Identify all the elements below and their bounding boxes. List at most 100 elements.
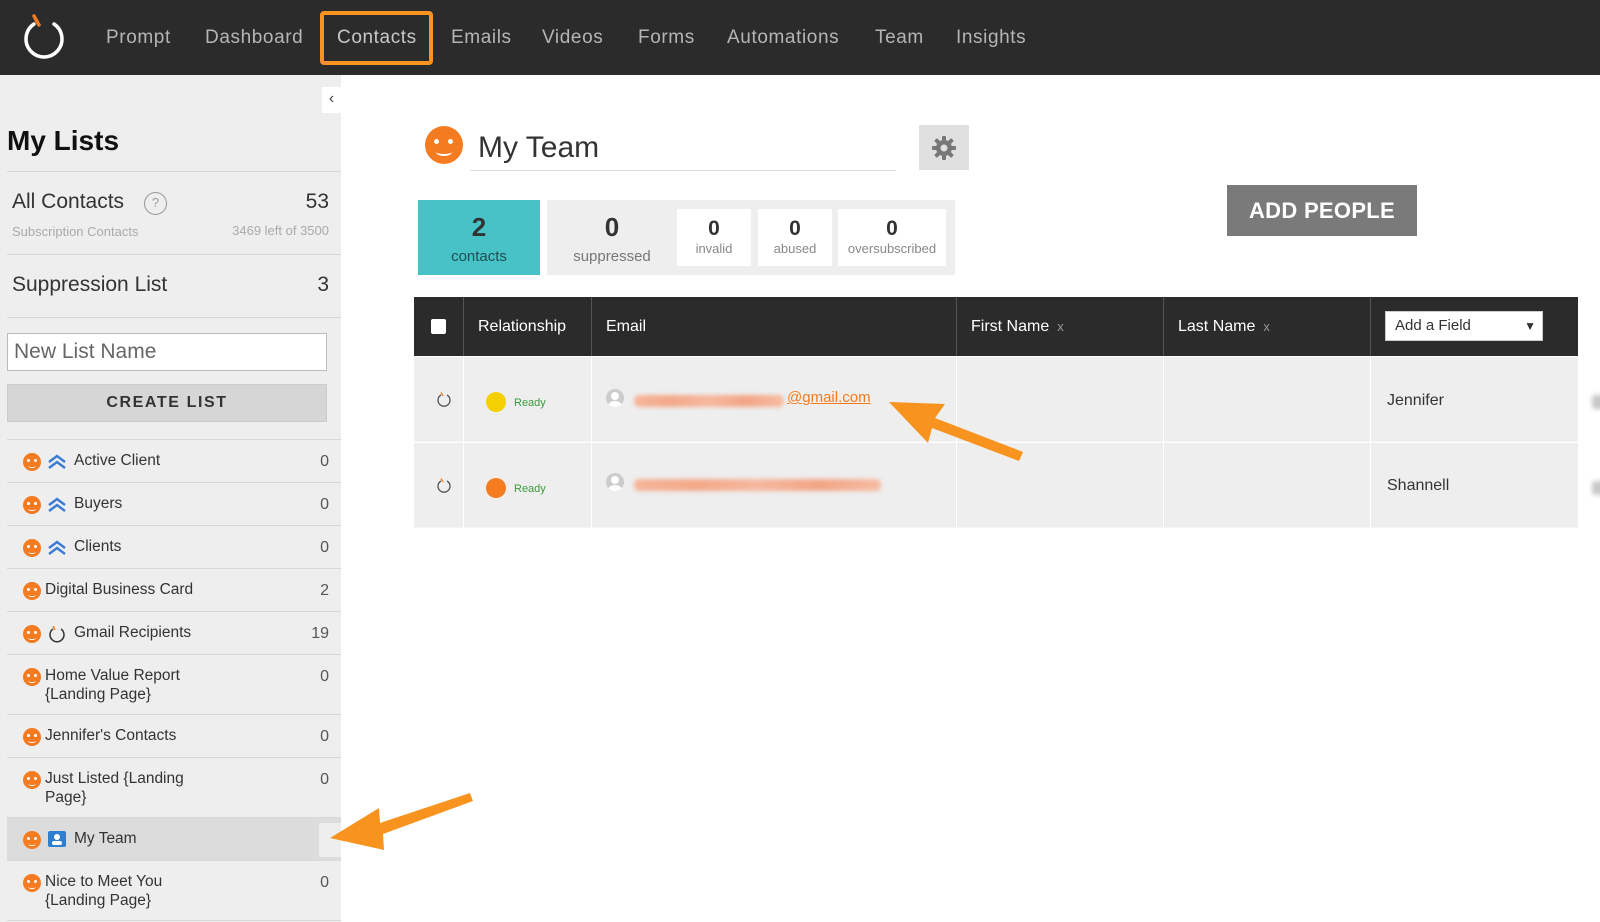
list-emoji-icon (23, 582, 41, 600)
list-item-home-value-report[interactable]: Home Value Report {Landing Page} 0 (7, 655, 341, 715)
stat-value: 0 (789, 217, 801, 240)
refresh-icon[interactable] (436, 478, 452, 494)
stat-contacts[interactable]: 2 contacts (418, 200, 540, 275)
list-item-active-client[interactable]: Active Client 0 (7, 440, 341, 483)
chevrons-up-icon (48, 497, 66, 512)
app-logo-icon[interactable] (20, 12, 68, 62)
stat-value: 0 (708, 217, 720, 240)
subscription-remaining: 3469 left of 3500 (232, 223, 329, 238)
add-people-button[interactable]: ADD PEOPLE (1227, 185, 1417, 236)
help-icon[interactable]: ? (144, 192, 167, 215)
suppression-count: 3 (317, 273, 329, 296)
header-first-name[interactable]: First Name x (957, 297, 1164, 356)
stat-suppressed[interactable]: 0 suppressed (547, 200, 677, 275)
chevrons-up-icon (48, 454, 66, 469)
list-emoji-icon (425, 126, 463, 164)
sidebar-heading: My Lists (7, 125, 120, 156)
refresh-icon[interactable] (436, 392, 452, 408)
collapse-sidebar-button[interactable]: ‹ (322, 87, 341, 113)
first-name-cell (957, 357, 1164, 442)
list-emoji-icon (23, 453, 41, 471)
nav-emails[interactable]: Emails (451, 27, 512, 49)
divider (7, 317, 341, 318)
add-field-select[interactable]: Add a Field ▼ (1385, 311, 1543, 341)
list-count: 0 (320, 874, 329, 891)
stat-value: 0 (886, 217, 898, 240)
nav-forms[interactable]: Forms (638, 27, 695, 49)
list-emoji-icon (23, 831, 41, 849)
list-count: 0 (320, 728, 329, 745)
table-row[interactable]: Ready @gmail.com Jennifer (414, 357, 1600, 442)
gear-icon (932, 136, 956, 160)
stat-oversubscribed[interactable]: 0 oversubscribed (838, 209, 946, 266)
list-options-handle[interactable] (319, 823, 341, 857)
status-label: Ready (514, 483, 546, 495)
stat-invalid[interactable]: 0 invalid (677, 209, 751, 266)
list-label: Digital Business Card (45, 581, 194, 598)
remove-column-icon[interactable]: x (1057, 319, 1064, 334)
list-settings-button[interactable] (919, 125, 969, 170)
header-email[interactable]: Email (592, 297, 957, 356)
add-field-label: Add a Field (1395, 317, 1471, 334)
last-name-redacted (1592, 395, 1600, 409)
stat-abused[interactable]: 0 abused (758, 209, 832, 266)
email-link[interactable]: @gmail.com (787, 389, 871, 406)
new-list-name-input[interactable] (7, 333, 327, 371)
list-item-buyers[interactable]: Buyers 0 (7, 483, 341, 526)
top-nav: Prompt Dashboard Contacts Emails Videos … (0, 0, 1600, 75)
select-all-checkbox[interactable] (431, 319, 446, 334)
nav-dashboard[interactable]: Dashboard (205, 27, 303, 49)
header-label: Email (606, 318, 647, 335)
list-emoji-icon (23, 771, 41, 789)
list-item-jennifers-contacts[interactable]: Jennifer's Contacts 0 (7, 715, 341, 758)
subscription-label: Subscription Contacts (12, 224, 139, 239)
nav-videos[interactable]: Videos (542, 27, 603, 49)
stat-label: contacts (451, 248, 507, 265)
list-count: 0 (320, 539, 329, 556)
list-item-nice-to-meet-you[interactable]: Nice to Meet You {Landing Page} 0 (7, 861, 341, 921)
avatar-icon (606, 473, 624, 491)
page-title[interactable]: My Team (470, 131, 896, 171)
list-emoji-icon (23, 874, 41, 892)
last-name-cell (1164, 443, 1371, 528)
list-label: Buyers (74, 495, 123, 512)
last-name-redacted (1592, 481, 1600, 495)
nav-insights[interactable]: Insights (956, 27, 1026, 49)
nav-automations[interactable]: Automations (727, 27, 839, 49)
list-item-digital-business-card[interactable]: Digital Business Card 2 (7, 569, 341, 612)
header-label: Last Name (1178, 318, 1256, 335)
first-name: Shannell (1387, 477, 1450, 494)
sidebar: ‹ My Lists All Contacts ? 53 Subscriptio… (0, 75, 341, 922)
nav-team[interactable]: Team (875, 27, 924, 49)
header-last-name[interactable]: Last Name x (1164, 297, 1371, 356)
list-item-just-listed[interactable]: Just Listed {Landing Page} 0 (7, 758, 341, 818)
all-contacts-link[interactable]: All Contacts (12, 190, 124, 214)
team-icon (48, 831, 66, 847)
list-item-my-team[interactable]: My Team (7, 818, 341, 861)
chevrons-up-icon (48, 540, 66, 555)
list-label: Nice to Meet You {Landing Page} (45, 873, 163, 909)
chevron-down-icon: ▼ (1524, 319, 1536, 333)
remove-column-icon[interactable]: x (1263, 319, 1270, 334)
list-count: 0 (320, 771, 329, 788)
list-emoji-icon (23, 625, 41, 643)
stat-value: 2 (471, 212, 487, 242)
nav-highlight-box (320, 11, 433, 65)
row-action-cell (414, 357, 464, 442)
list-label: Jennifer's Contacts (45, 727, 177, 744)
list-count: 0 (320, 496, 329, 513)
list-item-gmail-recipients[interactable]: Gmail Recipients 19 (7, 612, 341, 655)
table-row[interactable]: Ready Shannell (414, 443, 1600, 528)
email-redacted (634, 479, 881, 491)
select-all-cell (414, 297, 464, 356)
nav-prompt[interactable]: Prompt (106, 27, 171, 49)
header-relationship[interactable]: Relationship (464, 297, 592, 356)
stat-label: suppressed (573, 248, 651, 265)
list-item-clients[interactable]: Clients 0 (7, 526, 341, 569)
list-label: My Team (74, 830, 137, 847)
header-label: Relationship (478, 318, 567, 335)
divider (7, 254, 341, 255)
list-emoji-icon (23, 539, 41, 557)
suppression-list-link[interactable]: Suppression List (12, 273, 167, 297)
create-list-button[interactable]: CREATE LIST (7, 384, 327, 422)
